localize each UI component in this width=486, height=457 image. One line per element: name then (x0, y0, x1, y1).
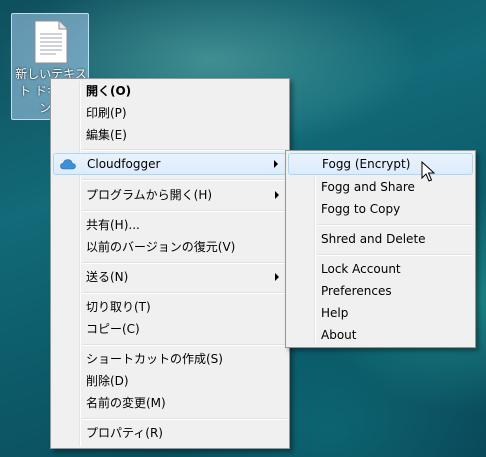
menu-item-properties[interactable]: プロパティ(R) (53, 422, 287, 444)
menu-separator (82, 149, 287, 151)
submenu-item-fogg-copy[interactable]: Fogg to Copy (288, 198, 473, 220)
menu-item-print[interactable]: 印刷(P) (53, 102, 287, 124)
menu-separator (82, 418, 287, 420)
submenu-arrow-icon (274, 160, 278, 168)
menu-separator (82, 262, 287, 264)
submenu-item-fogg-encrypt[interactable]: Fogg (Encrypt) (288, 153, 473, 175)
menu-item-delete[interactable]: 削除(D) (53, 370, 287, 392)
cloud-icon (60, 159, 76, 170)
submenu-item-fogg-share[interactable]: Fogg and Share (288, 176, 473, 198)
submenu-arrow-icon (275, 191, 279, 199)
cloudfogger-submenu: Fogg (Encrypt) Fogg and Share Fogg to Co… (285, 150, 476, 348)
context-menu: 開く(O) 印刷(P) 編集(E) Cloudfogger プログラムから開く(… (50, 78, 290, 449)
submenu-item-shred-delete[interactable]: Shred and Delete (288, 228, 473, 250)
submenu-item-about[interactable]: About (288, 324, 473, 346)
menu-separator (82, 179, 287, 181)
menu-item-open-with[interactable]: プログラムから開く(H) (53, 184, 287, 206)
menu-separator (317, 254, 473, 256)
menu-item-cloudfogger[interactable]: Cloudfogger (53, 153, 287, 175)
menu-item-send-to-label: 送る(N) (86, 270, 129, 284)
menu-separator (317, 224, 473, 226)
submenu-item-preferences[interactable]: Preferences (288, 280, 473, 302)
menu-item-cloudfogger-label: Cloudfogger (87, 157, 161, 171)
menu-separator (82, 344, 287, 346)
menu-item-restore-versions[interactable]: 以前のバージョンの復元(V) (53, 236, 287, 258)
menu-item-open[interactable]: 開く(O) (53, 80, 287, 102)
menu-item-share[interactable]: 共有(H)... (53, 214, 287, 236)
mouse-pointer-icon (421, 161, 435, 182)
menu-item-send-to[interactable]: 送る(N) (53, 266, 287, 288)
submenu-item-help[interactable]: Help (288, 302, 473, 324)
menu-separator (82, 292, 287, 294)
menu-item-create-shortcut[interactable]: ショートカットの作成(S) (53, 348, 287, 370)
submenu-arrow-icon (275, 273, 279, 281)
submenu-item-lock-account[interactable]: Lock Account (288, 258, 473, 280)
menu-item-rename[interactable]: 名前の変更(M) (53, 392, 287, 414)
menu-item-copy[interactable]: コピー(C) (53, 318, 287, 340)
menu-item-cut[interactable]: 切り取り(T) (53, 296, 287, 318)
menu-item-edit[interactable]: 編集(E) (53, 124, 287, 146)
text-document-icon (34, 20, 68, 64)
menu-separator (82, 210, 287, 212)
menu-item-open-with-label: プログラムから開く(H) (86, 188, 213, 202)
